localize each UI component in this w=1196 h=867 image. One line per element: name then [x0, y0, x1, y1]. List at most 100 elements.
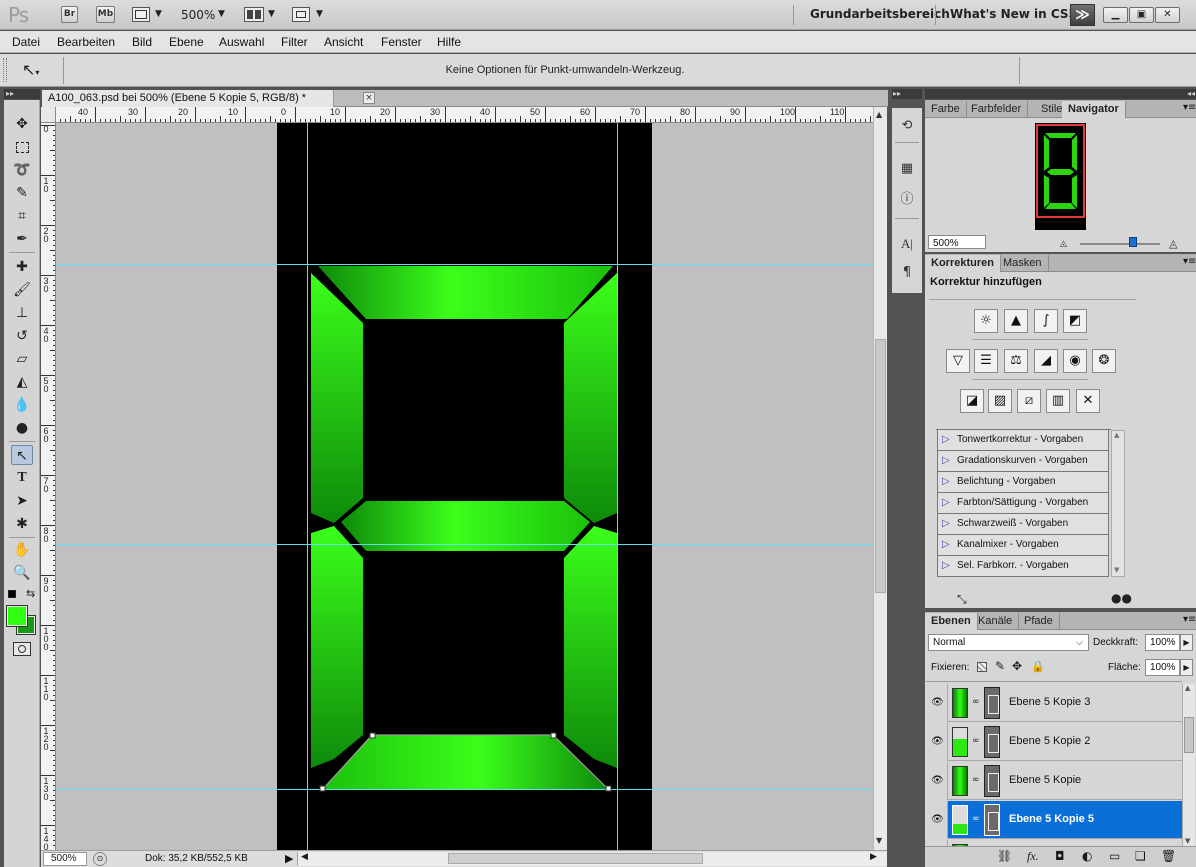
menu-ebene[interactable]: Ebene	[169, 35, 204, 49]
vector-mask-thumbnail[interactable]	[984, 687, 1000, 719]
menu-datei[interactable]: Datei	[12, 35, 40, 49]
layer-thumbnail[interactable]	[952, 727, 968, 757]
tab-ebenen[interactable]: Ebenen	[925, 613, 978, 630]
layer-name[interactable]: Ebene 5 Kopie 2	[1009, 735, 1090, 747]
tools-panel-header[interactable]: ▸▸	[4, 89, 40, 99]
path-anchor-point[interactable]	[319, 785, 326, 792]
vibrance-icon[interactable]: ▽	[946, 349, 970, 373]
dodge-tool-icon[interactable]: ●	[11, 418, 33, 438]
layer-name[interactable]: Ebene 5 Kopie	[1009, 774, 1081, 786]
history-panel-icon[interactable]: ⟲	[896, 115, 918, 137]
horizontal-scroll-thumb[interactable]	[448, 853, 703, 864]
panel-menu-icon[interactable]: ▾≡	[1183, 102, 1196, 113]
posterize-icon[interactable]: ▨	[988, 389, 1012, 413]
tab-pfade[interactable]: Pfade	[1018, 613, 1060, 630]
status-zoom-field[interactable]: 500%	[43, 852, 87, 866]
color-balance-icon[interactable]: ⚖	[1004, 349, 1028, 373]
zoom-out-icon[interactable]: ◬	[1060, 239, 1067, 249]
eye-icon[interactable]: 👁	[931, 697, 944, 708]
channel-mixer-icon[interactable]: ❂	[1092, 349, 1116, 373]
vertical-scrollbar[interactable]: ▲ ▼	[873, 107, 887, 850]
horizontal-ruler[interactable]: 40 30 20 10 0 10 20 30 40 50 60 70 80 90…	[41, 107, 873, 123]
scroll-down-icon[interactable]: ▼	[876, 836, 882, 845]
segment-middle[interactable]	[341, 501, 590, 551]
menu-bearbeiten[interactable]: Bearbeiten	[57, 35, 115, 49]
layer-name[interactable]: Ebene 5 Kopie 3	[1009, 696, 1090, 708]
path-anchor-point[interactable]	[369, 732, 376, 739]
layer-row[interactable]: 👁 ∞ Ebene 5 Kopie	[926, 762, 1182, 800]
expand-triangle-icon[interactable]: ▷	[942, 493, 950, 513]
screen-mode-dropdown-icon[interactable]: ▼	[316, 9, 323, 19]
vertical-ruler[interactable]: 0 1 0 2 0 3 0 4 0 5 0 6 0 7 0 8 0 9 0 1 …	[41, 123, 56, 850]
preset-channel-mixer[interactable]: ▷ Kanalmixer - Vorgaben	[937, 535, 1109, 556]
scroll-down-icon[interactable]: ▼	[1114, 566, 1119, 574]
tab-masken[interactable]: Masken	[997, 255, 1049, 272]
scroll-up-icon[interactable]: ▲	[1185, 684, 1190, 692]
link-icon[interactable]: ∞	[972, 814, 980, 824]
whats-new-button[interactable]: What's New in CS5	[950, 7, 1077, 21]
photo-filter-icon[interactable]: ◉	[1063, 349, 1087, 373]
preset-selective-color[interactable]: ▷ Sel. Farbkorr. - Vorgaben	[937, 556, 1109, 577]
vector-mask-thumbnail[interactable]	[984, 726, 1000, 758]
histogram-panel-icon[interactable]: ▦	[896, 158, 918, 180]
segment-top[interactable]	[318, 266, 613, 319]
seven-segment-artwork[interactable]	[56, 123, 873, 850]
scroll-right-icon[interactable]: ▶	[870, 852, 877, 862]
zoom-in-icon[interactable]: ◬	[1169, 237, 1177, 250]
preset-curves[interactable]: ▷ Gradationskurven - Vorgaben	[937, 451, 1109, 472]
fill-slider-arrow[interactable]: ▶	[1180, 659, 1193, 676]
preset-hue-saturation[interactable]: ▷ Farbton/Sättigung - Vorgaben	[937, 493, 1109, 514]
menu-bild[interactable]: Bild	[132, 35, 152, 49]
mini-bridge-button[interactable]: Mb	[96, 6, 115, 23]
expand-triangle-icon[interactable]: ▷	[942, 535, 950, 555]
hue-saturation-icon[interactable]: ☰	[974, 349, 998, 373]
levels-icon[interactable]: ▲	[1004, 309, 1028, 333]
maximize-button[interactable]: ▣	[1129, 7, 1154, 23]
foreground-color-swatch[interactable]	[6, 605, 28, 627]
arrange-dropdown-icon[interactable]: ▼	[268, 9, 275, 19]
add-mask-icon[interactable]: ◘	[1055, 849, 1065, 863]
scroll-down-icon[interactable]: ▼	[1185, 837, 1190, 845]
layer-row[interactable]: 👁 ∞ Ebene 5 Kopie 2	[926, 723, 1182, 761]
scroll-up-icon[interactable]: ▲	[1114, 431, 1119, 439]
healing-brush-tool-icon[interactable]: ✚	[11, 257, 33, 277]
new-group-icon[interactable]: ▭	[1109, 849, 1120, 863]
layer-visibility-cell[interactable]: 👁	[926, 762, 948, 800]
eyedropper-tool-icon[interactable]: ✒	[11, 229, 33, 249]
preset-levels[interactable]: ▷ Tonwertkorrektur - Vorgaben	[937, 430, 1109, 451]
expand-panel-icon[interactable]: ⤡	[957, 592, 967, 607]
black-white-icon[interactable]: ◢	[1034, 349, 1058, 373]
screen-mode-icon[interactable]	[292, 7, 310, 22]
layer-visibility-cell[interactable]: 👁	[926, 684, 948, 722]
lock-all-icon[interactable]: 🔒	[1031, 660, 1045, 673]
tab-farbfelder[interactable]: Farbfelder	[965, 101, 1029, 118]
clone-stamp-tool-icon[interactable]: ⊥	[11, 303, 33, 323]
preset-black-white[interactable]: ▷ Schwarzweiß - Vorgaben	[937, 514, 1109, 535]
layer-thumbnail[interactable]	[952, 688, 968, 718]
menu-filter[interactable]: Filter	[281, 35, 308, 49]
expand-triangle-icon[interactable]: ▷	[942, 556, 950, 576]
link-layers-icon[interactable]: ⛓	[997, 849, 1012, 863]
info-panel-icon[interactable]: ⓘ	[896, 189, 918, 211]
gradient-map-icon[interactable]: ▥	[1046, 389, 1070, 413]
delete-layer-icon[interactable]: 🗑	[1161, 849, 1176, 863]
blur-tool-icon[interactable]: 💧	[11, 395, 33, 415]
history-brush-tool-icon[interactable]: ↺	[11, 326, 33, 346]
layer-thumbnail[interactable]	[952, 805, 968, 835]
link-icon[interactable]: ∞	[972, 736, 980, 746]
crop-tool-icon[interactable]: ⌗	[11, 206, 33, 226]
extras-dropdown-icon[interactable]: ▼	[155, 9, 162, 19]
panel-menu-icon[interactable]: ▾≡	[1183, 256, 1196, 267]
segment-lower-left[interactable]	[311, 526, 363, 768]
horizontal-scrollbar[interactable]: ◀ ▶	[297, 852, 887, 866]
preset-list-scrollbar[interactable]: ▲ ▼	[1111, 430, 1125, 577]
brush-tool-icon[interactable]: 🖌	[11, 280, 33, 300]
lasso-tool-icon[interactable]: ➰	[11, 160, 33, 180]
zoom-tool-icon[interactable]: 🔍	[11, 563, 33, 583]
zoom-dropdown-icon[interactable]: ▼	[218, 9, 225, 19]
fill-input[interactable]: 100%	[1145, 659, 1180, 676]
paint-bucket-tool-icon[interactable]: ◭	[11, 372, 33, 392]
menu-auswahl[interactable]: Auswahl	[219, 35, 264, 49]
hand-tool-icon[interactable]: ✋	[11, 540, 33, 560]
navigator-zoom-slider[interactable]	[1080, 243, 1160, 245]
